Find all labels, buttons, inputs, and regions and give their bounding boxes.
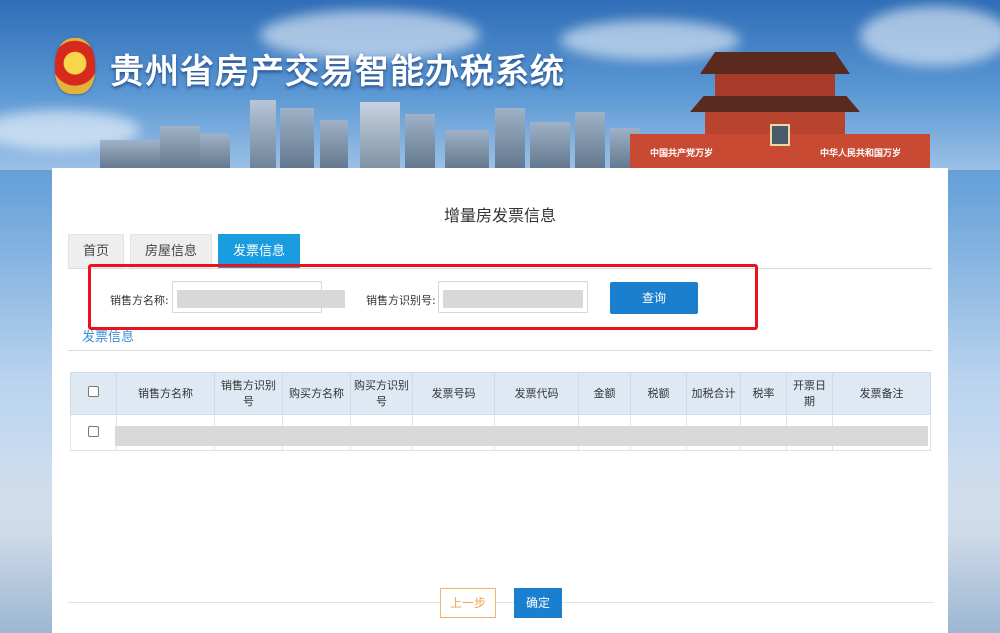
slogan-left: 中国共产党万岁	[650, 149, 714, 159]
confirm-button[interactable]: 确定	[514, 588, 562, 618]
seller-id-label: 销售方识别号:	[366, 294, 436, 307]
col-seller-id[interactable]: 销售方识别号	[214, 372, 283, 415]
redacted-value	[177, 290, 345, 308]
table-header-row: 销售方名称 销售方识别号 购买方名称 购买方识别号 发票号码 发票代码 金额 税…	[70, 372, 931, 415]
redacted-value	[443, 290, 583, 308]
seller-id-input[interactable]	[438, 281, 588, 313]
col-seller-name[interactable]: 销售方名称	[116, 372, 215, 415]
redacted-row-data	[115, 426, 928, 446]
col-invoice-date[interactable]: 开票日期	[786, 372, 833, 415]
col-buyer-id[interactable]: 购买方识别号	[350, 372, 413, 415]
tab-home[interactable]: 首页	[68, 234, 125, 268]
search-button[interactable]: 查询	[610, 282, 698, 314]
tab-bar: 首页 房屋信息 发票信息	[68, 234, 301, 268]
row-select-cell	[70, 414, 117, 451]
select-all-cell	[70, 372, 117, 415]
system-title: 贵州省房产交易智能办税系统	[110, 52, 565, 92]
page-title: 增量房发票信息	[443, 206, 556, 225]
city-skyline	[100, 92, 640, 170]
previous-step-button[interactable]: 上一步	[440, 588, 496, 618]
section-divider	[68, 350, 932, 351]
col-total-with-tax[interactable]: 加税合计	[686, 372, 741, 415]
main-panel: 增量房发票信息 首页 房屋信息 发票信息 销售方名称: 销售方识别号: 查询 发…	[52, 168, 948, 633]
col-invoice-number[interactable]: 发票号码	[412, 372, 495, 415]
header-banner: 贵州省房产交易智能办税系统 中国共产党万岁 中华人民共和国万岁	[0, 0, 1000, 170]
section-invoice-info[interactable]: 发票信息	[82, 326, 134, 345]
national-emblem-icon	[55, 38, 95, 94]
seller-name-label: 销售方名称:	[110, 294, 169, 307]
select-all-checkbox[interactable]	[88, 385, 99, 397]
tab-house-info[interactable]: 房屋信息	[130, 234, 213, 268]
col-tax-rate[interactable]: 税率	[740, 372, 787, 415]
col-amount[interactable]: 金额	[578, 372, 631, 415]
seller-name-input[interactable]	[172, 281, 345, 313]
footer-divider	[68, 602, 934, 603]
col-invoice-remark[interactable]: 发票备注	[832, 372, 931, 415]
col-invoice-code[interactable]: 发票代码	[494, 372, 579, 415]
gate-tower: 中国共产党万岁 中华人民共和国万岁	[630, 52, 930, 170]
col-buyer-name[interactable]: 购买方名称	[282, 372, 351, 415]
row-checkbox[interactable]	[88, 425, 99, 437]
tab-invoice-info[interactable]: 发票信息	[218, 234, 301, 268]
portrait-icon	[770, 124, 790, 146]
slogan-right: 中华人民共和国万岁	[820, 149, 902, 159]
col-tax-amount[interactable]: 税额	[630, 372, 687, 415]
